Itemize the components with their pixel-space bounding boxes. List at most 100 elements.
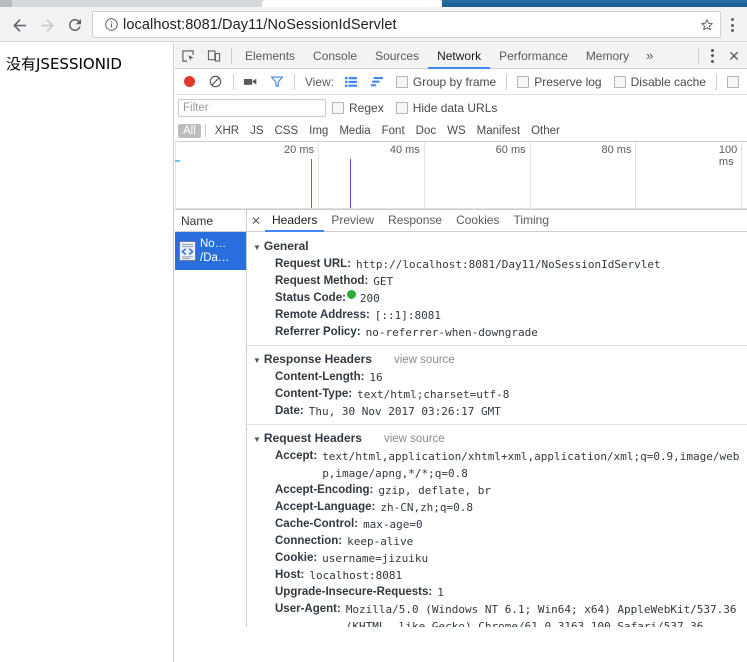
type-filter-other[interactable]: Other <box>526 124 565 138</box>
address-bar[interactable]: localhost:8081/Day11/NoSessionIdServlet <box>92 11 721 38</box>
detail-tab-response[interactable]: Response <box>381 210 449 232</box>
checkbox-box[interactable] <box>517 75 530 88</box>
header-name: User-Agent: <box>275 603 341 615</box>
address-bar-url[interactable]: localhost:8081/Day11/NoSessionIdServlet <box>123 17 694 33</box>
offline-throttling-checkbox[interactable] <box>726 75 739 88</box>
reload-button[interactable] <box>62 12 88 38</box>
devtools-close-icon[interactable]: ✕ <box>721 43 747 69</box>
disable-cache-checkbox[interactable]: Disable cache <box>613 75 706 89</box>
header-row: Remote Address: [::1]:8081 <box>253 307 747 324</box>
toolbar-divider <box>231 47 232 64</box>
info-circle-icon[interactable] <box>99 17 123 32</box>
inspect-element-icon[interactable] <box>175 44 201 68</box>
record-button[interactable] <box>177 70 203 94</box>
devtools-more-options-icon[interactable] <box>703 48 721 63</box>
regex-label: Regex <box>349 100 384 115</box>
browser-menu-button[interactable] <box>722 12 742 38</box>
filter-input[interactable] <box>178 98 326 117</box>
browser-title-bar-fill <box>442 0 747 7</box>
forward-arrow-icon <box>40 18 54 32</box>
checkbox-box[interactable] <box>726 75 739 88</box>
network-overview-timeline[interactable]: 20 ms 40 ms 60 ms 80 ms 100 ms <box>175 142 747 210</box>
toolbar-divider <box>715 73 717 90</box>
type-filter-css[interactable]: CSS <box>269 124 303 138</box>
network-toolbar: View: Group by frame Preserve log Disabl… <box>175 69 747 95</box>
type-filter-xhr[interactable]: XHR <box>210 124 244 138</box>
type-filter-all[interactable]: All <box>178 123 201 138</box>
clear-button[interactable] <box>203 70 229 94</box>
forward-button[interactable] <box>34 12 60 38</box>
column-header-name[interactable]: Name <box>175 210 246 232</box>
header-row: Accept: text/html,application/xhtml+xml,… <box>253 448 747 482</box>
group-by-frame-checkbox[interactable]: Group by frame <box>395 75 496 89</box>
checkbox-box[interactable] <box>613 75 626 88</box>
toolbar-divider <box>232 73 234 90</box>
capture-screenshots-button[interactable] <box>238 70 264 94</box>
view-source-link-request[interactable]: view source <box>384 433 445 445</box>
timeline-tick-40ms: 40 ms <box>389 144 420 156</box>
timeline-tick-60ms: 60 ms <box>495 144 526 156</box>
section-divider <box>247 424 747 425</box>
detail-tab-headers[interactable]: Headers <box>265 210 325 232</box>
type-filter-img[interactable]: Img <box>304 124 333 138</box>
browser-tab-strip <box>0 0 747 7</box>
regex-checkbox[interactable]: Regex <box>332 101 384 115</box>
header-row: Cache-Control: max-age=0 <box>253 516 747 533</box>
type-filter-doc[interactable]: Doc <box>411 124 441 138</box>
list-view-icon[interactable] <box>338 70 364 94</box>
checkbox-box[interactable] <box>332 101 344 114</box>
tab-sources[interactable]: Sources <box>366 43 428 69</box>
type-filter-js[interactable]: JS <box>245 124 268 138</box>
request-list-row[interactable]: No… /Da… <box>175 232 246 270</box>
section-general-header[interactable]: ▼ General <box>253 237 747 256</box>
header-value[interactable]: http://localhost:8081/Day11/NoSessionIdS… <box>356 256 661 273</box>
tab-performance[interactable]: Performance <box>490 43 577 69</box>
section-request-headers-header[interactable]: ▼ Request Headers view source <box>253 429 747 448</box>
more-tabs-chevron-icon[interactable]: » <box>638 43 661 69</box>
tab-console[interactable]: Console <box>304 43 366 69</box>
header-row: Upgrade-Insecure-Requests: 1 <box>253 584 747 601</box>
timeline-tick-80ms: 80 ms <box>601 144 632 156</box>
tab-memory[interactable]: Memory <box>577 43 638 69</box>
type-filter-manifest[interactable]: Manifest <box>472 124 525 138</box>
toolbar-divider <box>293 73 295 90</box>
reload-icon <box>68 18 81 31</box>
header-name: Cookie: <box>275 552 318 564</box>
clear-icon <box>210 75 222 88</box>
type-filter-media[interactable]: Media <box>334 124 375 138</box>
timeline-baseline <box>175 208 747 209</box>
detail-close-icon[interactable]: ✕ <box>247 214 265 228</box>
checkbox-box[interactable] <box>395 75 408 88</box>
devtools-tab-bar: Elements Console Sources Network Perform… <box>175 43 747 69</box>
checkbox-box[interactable] <box>395 101 408 114</box>
header-row: User-Agent: Mozilla/5.0 (Windows NT 6.1;… <box>253 601 747 627</box>
detail-tab-cookies[interactable]: Cookies <box>449 210 506 232</box>
record-dot-icon <box>184 76 196 87</box>
header-row: Accept-Encoding: gzip, deflate, br <box>253 482 747 499</box>
type-filter-ws[interactable]: WS <box>442 124 471 138</box>
preserve-log-checkbox[interactable]: Preserve log <box>517 75 602 89</box>
bookmark-star-icon[interactable] <box>694 12 720 38</box>
detail-tab-preview[interactable]: Preview <box>324 210 381 232</box>
waterfall-view-icon[interactable] <box>364 70 390 94</box>
hide-data-urls-label: Hide data URLs <box>412 100 498 115</box>
detail-tab-timing[interactable]: Timing <box>506 210 556 232</box>
tab-network[interactable]: Network <box>428 43 491 69</box>
section-response-headers-title: Response Headers <box>263 352 372 366</box>
header-value: gzip, deflate, br <box>378 484 491 497</box>
device-toolbar-icon[interactable] <box>201 44 227 68</box>
view-source-link-response[interactable]: view source <box>394 354 455 366</box>
view-label: View: <box>304 74 334 89</box>
section-response-headers-header[interactable]: ▼ Response Headers view source <box>253 350 747 369</box>
back-button[interactable] <box>6 12 32 38</box>
header-row: Connection: keep-alive <box>253 533 747 550</box>
page-viewport: 没有JSESSIONID <box>0 43 174 662</box>
browser-tab-active[interactable] <box>262 0 442 7</box>
tab-elements[interactable]: Elements <box>236 43 304 69</box>
hide-data-urls-checkbox[interactable]: Hide data URLs <box>395 100 498 115</box>
type-filter-font[interactable]: Font <box>377 124 410 138</box>
header-name: Host: <box>275 569 305 581</box>
filter-button[interactable] <box>264 70 290 94</box>
timeline-tick-20ms: 20 ms <box>284 144 314 156</box>
header-value: zh-CN,zh;q=0.8 <box>380 501 474 514</box>
